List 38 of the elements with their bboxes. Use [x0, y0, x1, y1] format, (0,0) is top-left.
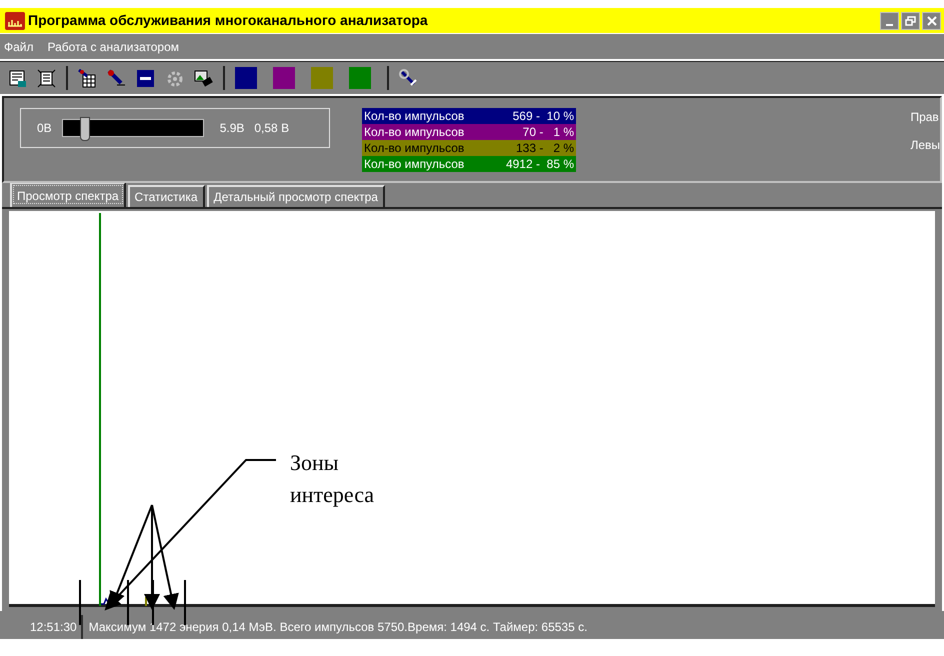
minus-icon[interactable] [136, 68, 155, 88]
color-button[interactable] [235, 67, 257, 89]
slider-thumb[interactable] [80, 117, 90, 141]
tab[interactable]: Статистика [128, 185, 205, 207]
side-label: Левы [910, 137, 940, 154]
menu-item[interactable]: Файл [4, 38, 34, 56]
color-button[interactable] [311, 67, 333, 89]
counter-label: Кол-во импульсов [363, 108, 466, 125]
counter-label: Кол-во импульсов [363, 140, 466, 157]
counter-label: Кол-во импульсов [363, 124, 466, 141]
max-voltage-label: 5.9В [220, 120, 244, 137]
window-title: Программа обслуживания многоканального анализатора [28, 11, 429, 30]
save-icon[interactable] [8, 68, 27, 88]
close-button[interactable] [922, 12, 941, 30]
app-icon [5, 12, 25, 30]
document-icon[interactable] [37, 68, 56, 88]
tab[interactable]: Просмотр спектра [10, 182, 126, 207]
counter-value: 4912 - 85 % [504, 156, 575, 173]
restore-icon [905, 16, 916, 26]
counter-label: Кол-во импульсов [363, 156, 466, 173]
counter-value: 133 - 2 % [514, 140, 575, 157]
image-icon[interactable] [194, 68, 213, 88]
annotation-text: Зоны интереса [290, 449, 374, 509]
side-label: Прав [910, 109, 940, 126]
status-time: 12:51:30 [0, 615, 83, 639]
counter-value: 70 - 1 % [522, 124, 575, 141]
counter-value: 569 - 10 % [512, 108, 575, 125]
voltage-reading: 0,58 В [254, 120, 290, 137]
grid-icon[interactable] [78, 68, 97, 88]
status-message: Максимум 1472 энерия 0,14 МэВ. Всего импульсов 5750.Время: 1494 с. Таймер: 65535 с. [88, 619, 588, 636]
min-voltage-label: 0В [37, 120, 52, 137]
close-icon [926, 16, 936, 26]
menu-item[interactable]: Работа с анализатором [48, 38, 180, 56]
tab[interactable]: Детальный просмотр спектра [206, 185, 385, 207]
color-button[interactable] [273, 67, 295, 89]
color-button[interactable] [349, 67, 371, 89]
restore-button[interactable] [901, 12, 920, 30]
minimize-button[interactable] [880, 12, 899, 30]
